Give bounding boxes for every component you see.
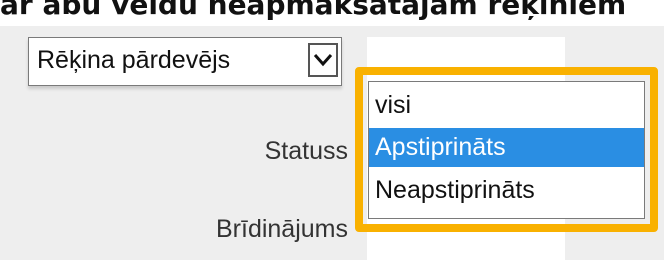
page-heading: ar abu veidu neapmaksātajām rēķiniem bbox=[0, 0, 627, 21]
dropdown-option-visi[interactable]: visi bbox=[369, 86, 644, 125]
chevron-down-icon[interactable] bbox=[308, 43, 338, 77]
warning-label: Brīdinājums bbox=[216, 215, 348, 243]
select-value: Rēķina pārdevējs bbox=[37, 46, 231, 74]
status-dropdown-list[interactable]: visi Apstiprināts Neapstiprināts bbox=[368, 81, 645, 219]
status-label: Statuss bbox=[264, 137, 348, 165]
invoice-seller-select[interactable]: Rēķina pārdevējs bbox=[28, 37, 342, 86]
dropdown-option-apstiprinats[interactable]: Apstiprināts bbox=[369, 128, 644, 167]
dropdown-option-neapstiprinats[interactable]: Neapstiprināts bbox=[369, 171, 644, 210]
